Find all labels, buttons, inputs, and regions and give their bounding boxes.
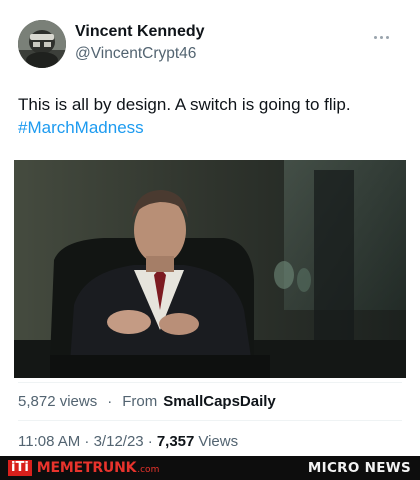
total-view-count: 7,357 — [156, 432, 195, 450]
tweet-body: This is all by design. A switch is going… — [18, 95, 351, 114]
site-footer-banner: iTi MEMETRUNK .com MICRO NEWS — [0, 456, 420, 480]
views-label: Views — [198, 432, 239, 450]
divider — [18, 382, 402, 383]
from-label: From — [122, 392, 158, 410]
source-link[interactable]: SmallCapsDaily — [163, 393, 276, 410]
divider — [18, 420, 402, 421]
hashtag-link[interactable]: #MarchMadness — [18, 116, 402, 139]
user-handle[interactable]: @VincentCrypt46 — [75, 45, 196, 63]
brand-mark: iTi — [8, 460, 32, 476]
tweet-media-image[interactable] — [14, 160, 406, 378]
view-count-text: 5,872 views — [18, 392, 98, 410]
brand-name: MEMETRUNK — [36, 460, 137, 476]
separator-dot: · — [107, 392, 113, 410]
avatar[interactable] — [18, 20, 66, 68]
view-stats: 5,872 views · From SmallCapsDaily — [18, 390, 276, 412]
tweet-header: Vincent Kennedy @VincentCrypt46 — [18, 18, 402, 70]
brand-logo[interactable]: iTi MEMETRUNK .com — [8, 459, 159, 477]
timestamp[interactable]: 11:08 AM · 3/12/23 · — [18, 433, 153, 450]
display-name[interactable]: Vincent Kennedy — [75, 23, 205, 41]
timestamp-row: 11:08 AM · 3/12/23 · 7,357 Views — [18, 430, 238, 452]
micro-news-label: MICRO NEWS — [307, 460, 411, 476]
more-options-icon[interactable] — [374, 26, 396, 39]
brand-suffix: .com — [137, 465, 160, 475]
tweet-text: This is all by design. A switch is going… — [18, 93, 402, 139]
